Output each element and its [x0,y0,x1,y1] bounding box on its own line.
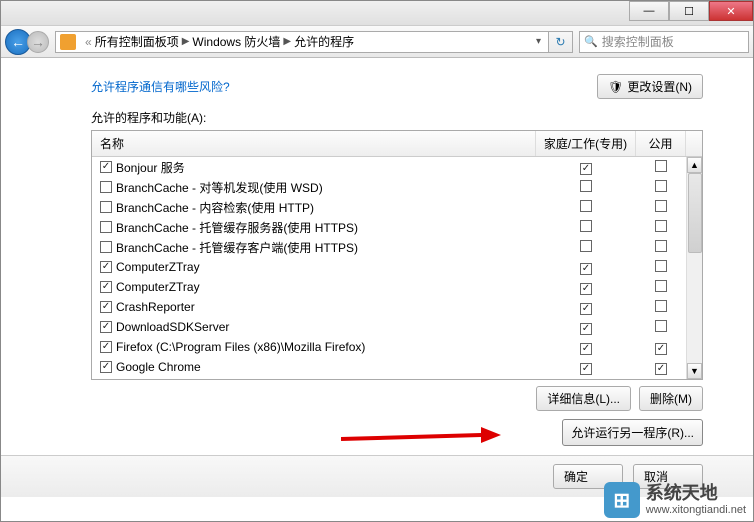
scroll-up-button[interactable]: ▲ [687,157,702,173]
breadcrumb-root-sep: « [85,35,92,49]
nav-forward-button[interactable]: → [27,31,49,53]
search-input[interactable]: 🔍 搜索控制面板 [579,31,749,53]
row-name-label: Google Chrome [116,360,201,374]
change-settings-label: 更改设置(N) [627,78,692,95]
row-enable-checkbox[interactable] [100,161,112,173]
row-name-label: CrashReporter [116,300,195,314]
row-public-checkbox[interactable] [655,280,667,292]
table-row[interactable]: CrashReporter [92,297,686,317]
row-homework-checkbox[interactable] [580,343,592,355]
details-button[interactable]: 详细信息(L)... [536,386,631,411]
close-button[interactable]: ✕ [709,1,753,21]
row-public-checkbox[interactable] [655,343,667,355]
allow-another-program-button[interactable]: 允许运行另一程序(R)... [562,419,703,446]
control-panel-icon [60,34,76,50]
watermark: ⊞ 系统天地 www.xitongtiandi.net [604,482,746,518]
table-row[interactable]: BranchCache - 对等机发现(使用 WSD) [92,177,686,197]
breadcrumb-dropdown-icon[interactable]: ▾ [536,36,541,47]
grid-body: Bonjour 服务 BranchCache - 对等机发现(使用 WSD) Bra… [92,157,702,379]
table-row[interactable]: BranchCache - 托管缓存客户端(使用 HTTPS) [92,237,686,257]
row-enable-checkbox[interactable] [100,361,112,373]
table-row[interactable]: Bonjour 服务 [92,157,686,177]
table-row[interactable]: BranchCache - 内容检索(使用 HTTP) [92,197,686,217]
row-homework-checkbox[interactable] [580,200,592,212]
row-enable-checkbox[interactable] [100,261,112,273]
watermark-logo-icon: ⊞ [604,482,640,518]
table-row[interactable]: ComputerZTray [92,257,686,277]
row-homework-checkbox[interactable] [580,180,592,192]
row-homework-checkbox[interactable] [580,323,592,335]
breadcrumb-item-2[interactable]: Windows 防火墙 [192,33,280,50]
row-public-checkbox[interactable] [655,240,667,252]
row-enable-checkbox[interactable] [100,221,112,233]
row-enable-checkbox[interactable] [100,281,112,293]
maximize-button[interactable]: ☐ [669,1,709,21]
shield-icon: 🛡 [608,80,623,94]
col-header-public[interactable]: 公用 [636,131,686,156]
row-enable-checkbox[interactable] [100,201,112,213]
table-row[interactable]: Firefox (C:\Program Files (x86)\Mozilla … [92,337,686,357]
scroll-down-button[interactable]: ▼ [687,363,702,379]
row-public-checkbox[interactable] [655,160,667,172]
remove-button[interactable]: 删除(M) [639,386,703,411]
breadcrumb-item-1[interactable]: 所有控制面板项 [95,33,179,50]
search-icon: 🔍 [584,35,598,48]
row-public-checkbox[interactable] [655,260,667,272]
watermark-url: www.xitongtiandi.net [646,504,746,516]
row-name-label: BranchCache - 内容检索(使用 HTTP) [116,199,314,216]
row-public-checkbox[interactable] [655,220,667,232]
allowed-programs-label: 允许的程序和功能(A): [1,105,753,130]
row-enable-checkbox[interactable] [100,181,112,193]
risk-link[interactable]: 允许程序通信有哪些风险? [91,78,230,95]
row-name-label: Bonjour 服务 [116,159,185,176]
row-public-checkbox[interactable] [655,200,667,212]
breadcrumb-item-3[interactable]: 允许的程序 [294,33,354,50]
col-header-name[interactable]: 名称 [92,131,536,156]
row-homework-checkbox[interactable] [580,263,592,275]
minimize-button[interactable]: — [629,1,669,21]
search-placeholder: 搜索控制面板 [602,33,674,50]
row-public-checkbox[interactable] [655,320,667,332]
row-name-label: DownloadSDKServer [116,320,229,334]
nav-buttons: ← → [5,29,49,55]
table-row[interactable]: Google Chrome [92,357,686,377]
row-public-checkbox[interactable] [655,300,667,312]
grid-header: 名称 家庭/工作(专用) 公用 [92,131,702,157]
row-name-label: ComputerZTray [116,280,200,294]
content-area: 允许程序通信有哪些风险? 🛡 更改设置(N) 允许的程序和功能(A): 名称 家… [1,58,753,497]
chevron-right-icon[interactable]: ▶ [283,36,291,47]
row-name-label: ComputerZTray [116,260,200,274]
change-settings-button[interactable]: 🛡 更改设置(N) [597,74,703,99]
row-name-label: BranchCache - 托管缓存客户端(使用 HTTPS) [116,239,358,256]
explorer-navbar: ← → « 所有控制面板项 ▶ Windows 防火墙 ▶ 允许的程序 ▾ ↻ … [1,26,753,58]
annotation-arrow-icon [341,425,501,453]
row-homework-checkbox[interactable] [580,220,592,232]
table-row[interactable]: BranchCache - 托管缓存服务器(使用 HTTPS) [92,217,686,237]
row-enable-checkbox[interactable] [100,321,112,333]
window-titlebar: — ☐ ✕ [1,1,753,26]
row-homework-checkbox[interactable] [580,163,592,175]
row-homework-checkbox[interactable] [580,240,592,252]
scroll-thumb[interactable] [688,173,702,253]
row-public-checkbox[interactable] [655,363,667,375]
watermark-title: 系统天地 [646,484,746,504]
row-name-label: BranchCache - 对等机发现(使用 WSD) [116,179,323,196]
table-row[interactable]: DownloadSDKServer [92,317,686,337]
allowed-programs-grid: 名称 家庭/工作(专用) 公用 Bonjour 服务 BranchCache - … [91,130,703,380]
row-name-label: Firefox (C:\Program Files (x86)\Mozilla … [116,340,365,354]
row-public-checkbox[interactable] [655,180,667,192]
col-header-home-work[interactable]: 家庭/工作(专用) [536,131,636,156]
row-homework-checkbox[interactable] [580,303,592,315]
row-homework-checkbox[interactable] [580,363,592,375]
chevron-right-icon[interactable]: ▶ [182,36,190,47]
row-name-label: BranchCache - 托管缓存服务器(使用 HTTPS) [116,219,358,236]
breadcrumb[interactable]: « 所有控制面板项 ▶ Windows 防火墙 ▶ 允许的程序 ▾ [55,31,549,53]
refresh-button[interactable]: ↻ [549,31,573,53]
row-enable-checkbox[interactable] [100,241,112,253]
row-homework-checkbox[interactable] [580,283,592,295]
row-enable-checkbox[interactable] [100,341,112,353]
vertical-scrollbar[interactable]: ▲ ▼ [686,157,702,379]
table-row[interactable]: ComputerZTray [92,277,686,297]
row-enable-checkbox[interactable] [100,301,112,313]
